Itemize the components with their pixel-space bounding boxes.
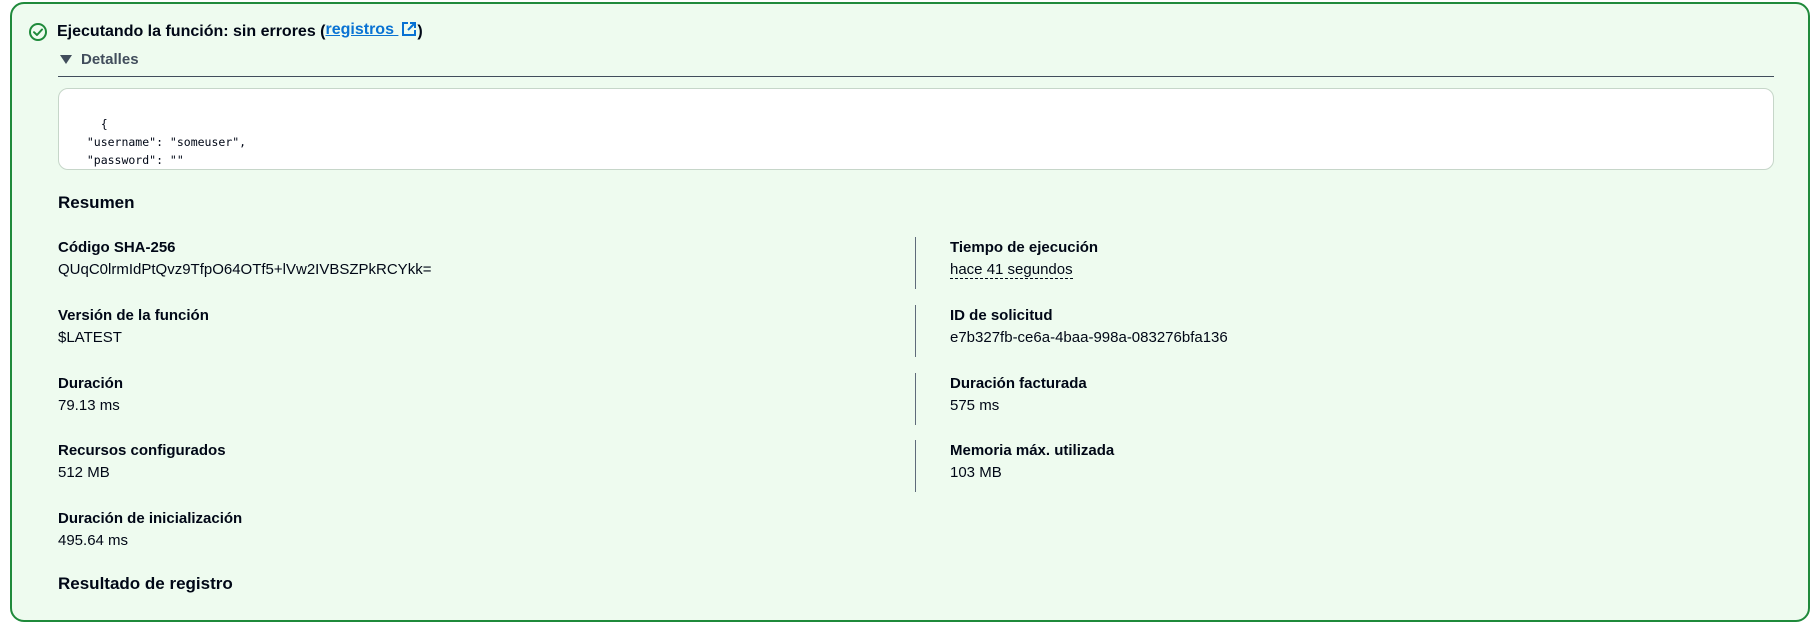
details-toggle[interactable]: Detalles xyxy=(58,51,139,68)
details-divider xyxy=(58,76,1774,77)
summary-label: Versión de la función xyxy=(58,307,209,324)
summary-value: $LATEST xyxy=(58,329,122,346)
summary-item-execution-time: Tiempo de ejecución hace 41 segundos xyxy=(950,237,1098,281)
summary-item-version: Versión de la función $LATEST xyxy=(58,305,209,349)
column-divider xyxy=(915,373,916,425)
summary-value: 575 ms xyxy=(950,397,1000,414)
summary-item-resources: Recursos configurados 512 MB xyxy=(58,440,226,484)
column-divider xyxy=(915,440,916,492)
success-alert: Ejecutando la función: sin errores ( reg… xyxy=(10,2,1810,622)
logs-link-label[interactable]: registros xyxy=(326,21,394,38)
check-circle-icon xyxy=(28,22,48,42)
summary-value: QUqC0lrmIdPtQvz9TfpO64OTf5+lVw2IVBSZPkRC… xyxy=(58,261,432,278)
summary-label: ID de solicitud xyxy=(950,307,1053,324)
summary-label: Memoria máx. utilizada xyxy=(950,442,1115,459)
summary-item-request-id: ID de solicitud e7b327fb-ce6a-4baa-998a-… xyxy=(950,305,1228,349)
summary-value: e7b327fb-ce6a-4baa-998a-083276bfa136 xyxy=(950,329,1228,346)
column-divider xyxy=(915,237,916,289)
summary-item-duration: Duración 79.13 ms xyxy=(58,373,123,417)
details-toggle-label[interactable]: Detalles xyxy=(81,51,139,68)
summary-value: 495.64 ms xyxy=(58,532,129,549)
summary-item-sha256: Código SHA-256 QUqC0lrmIdPtQvz9TfpO64OTf… xyxy=(58,237,431,281)
resize-handle-icon[interactable] xyxy=(1761,157,1771,167)
summary-item-max-memory: Memoria máx. utilizada 103 MB xyxy=(950,440,1114,484)
column-divider xyxy=(915,305,916,357)
summary-label: Código SHA-256 xyxy=(58,239,176,256)
summary-label: Duración facturada xyxy=(950,375,1087,392)
caret-down-icon[interactable] xyxy=(60,55,72,64)
summary-item-init-duration: Duración de inicialización 495.64 ms xyxy=(58,508,242,552)
summary-value: 103 MB xyxy=(950,464,1002,481)
summary-title: Resumen xyxy=(58,193,135,212)
summary-value: 79.13 ms xyxy=(58,397,120,414)
payload-text[interactable]: { "username": "someuser", "password": ""… xyxy=(73,117,246,169)
summary-label: Tiempo de ejecución xyxy=(950,239,1099,256)
alert-close-paren: ) xyxy=(417,22,423,40)
summary-label: Duración de inicialización xyxy=(58,510,243,527)
external-link-icon[interactable] xyxy=(401,21,417,42)
summary-label: Recursos configurados xyxy=(58,442,226,459)
alert-status-text: Ejecutando la función: sin errores ( xyxy=(57,22,326,40)
log-result-title: Resultado de registro xyxy=(58,574,233,593)
summary-value: 512 MB xyxy=(58,464,110,481)
summary-item-billed-duration: Duración facturada 575 ms xyxy=(950,373,1087,417)
execution-time-tooltip-trigger[interactable]: hace 41 segundos xyxy=(950,261,1073,279)
summary-label: Duración xyxy=(58,375,124,392)
logs-link[interactable]: registros xyxy=(326,21,418,42)
alert-header: Ejecutando la función: sin errores ( reg… xyxy=(28,21,423,42)
payload-textarea[interactable]: { "username": "someuser", "password": ""… xyxy=(58,88,1774,170)
